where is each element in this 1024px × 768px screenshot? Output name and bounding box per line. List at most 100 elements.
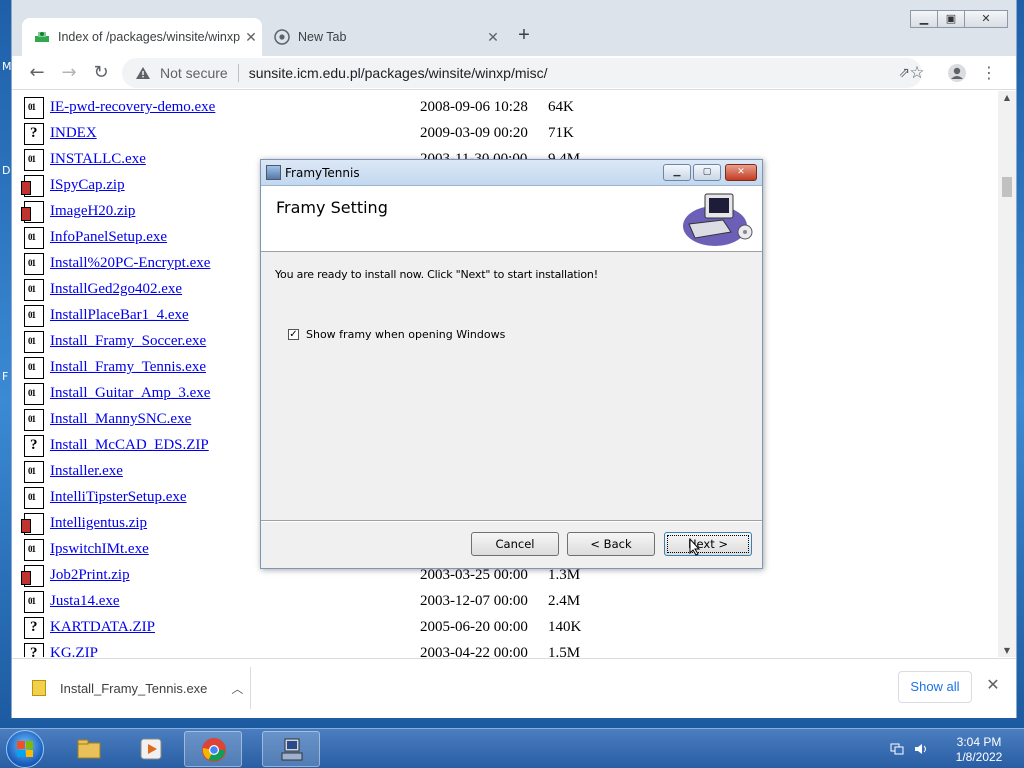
computer-icon [683,193,753,246]
scroll-up-icon[interactable]: ▲ [998,93,1016,102]
file-link[interactable]: ImageH20.zip [50,203,135,220]
install-message: You are ready to install now. Click "Nex… [275,268,598,281]
start-button[interactable] [6,730,44,768]
address-bar[interactable]: Not secure sunsite.icm.edu.pl/packages/w… [122,58,922,88]
chrome-favicon-icon [274,29,290,45]
close-window-icon[interactable]: ✕ [964,10,1008,28]
file-date: 2008-09-06 10:28 [420,99,528,115]
file-link[interactable]: INDEX [50,125,97,142]
page-scrollbar[interactable]: ▲ ▼ [998,91,1016,657]
back-button[interactable]: < Back [567,532,655,556]
new-tab-plus-icon[interactable]: + [512,24,536,47]
profile-avatar-icon[interactable] [944,60,970,86]
file-link[interactable]: Intelligentus.zip [50,515,147,532]
file-link[interactable]: InstallGed2go402.exe [50,281,182,298]
show-framy-checkbox[interactable]: ✓ Show framy when opening Windows [288,328,505,341]
binary-file-icon [24,227,44,249]
file-link[interactable]: IntelliTipsterSetup.exe [50,489,187,506]
taskbar-explorer[interactable] [60,731,118,767]
file-link[interactable]: KARTDATA.ZIP [50,619,155,636]
back-arrow-icon[interactable]: ← [24,60,50,86]
binary-file-icon [24,409,44,431]
listing-row: IE-pwd-recovery-demo.exe 2008-09-06 10:28… [24,95,624,121]
file-link[interactable]: IE-pwd-recovery-demo.exe [50,99,215,116]
show-all-button[interactable]: Show all [898,671,972,703]
forward-arrow-icon[interactable]: → [56,60,82,86]
next-button[interactable]: Next > [664,532,752,556]
listing-row: Justa14.exe 2003-12-07 00:00 2.4M [24,589,624,615]
url-text[interactable]: sunsite.icm.edu.pl/packages/winsite/winx… [249,65,548,81]
file-link[interactable]: Install_MannySNC.exe [50,411,191,428]
security-label[interactable]: Not secure [160,65,228,81]
chevron-up-icon[interactable]: ︿ [231,680,243,697]
taskbar-installer[interactable] [262,731,320,767]
listing-row: KARTDATA.ZIP 2005-06-20 00:00 140K [24,615,624,641]
menu-kebab-icon[interactable]: ⋮ [976,60,1002,86]
windows-flag-icon [17,741,33,757]
download-filename[interactable]: Install_Framy_Tennis.exe [60,681,207,696]
file-link[interactable]: Justa14.exe [50,593,120,610]
file-link[interactable]: Install%20PC-Encrypt.exe [50,255,210,272]
dialog-titlebar[interactable]: FramyTennis ▁ ▢ ✕ [261,160,762,186]
file-size: 140K [548,619,582,635]
binary-file-icon [24,97,44,119]
network-icon[interactable] [890,742,904,756]
binary-file-icon [24,279,44,301]
taskbar-media-player[interactable] [122,731,180,767]
file-link[interactable]: Install_Framy_Tennis.exe [50,359,206,376]
file-size: 1.5M [548,645,581,657]
file-link[interactable]: IpswitchIMt.exe [50,541,149,558]
file-link[interactable]: Installer.exe [50,463,123,480]
download-file-icon [32,680,46,696]
cancel-button[interactable]: Cancel [471,532,559,556]
file-link[interactable]: ISpyCap.zip [50,177,125,194]
file-link[interactable]: INSTALLC.exe [50,151,146,168]
file-link[interactable]: Install_Guitar_Amp_3.exe [50,385,210,402]
checkbox-check-icon[interactable]: ✓ [288,329,299,340]
file-link[interactable]: Install_Framy_Soccer.exe [50,333,206,350]
listing-row: KG.ZIP 2003-04-22 00:00 1.5M [24,641,624,657]
binary-file-icon [24,253,44,275]
clock[interactable]: 3:04 PM 1/8/2022 [944,735,1014,765]
zip-file-icon [21,513,44,535]
binary-file-icon [24,357,44,379]
system-tray: 3:04 PM 1/8/2022 [888,735,1018,765]
installer-app-icon [266,165,281,180]
clock-time: 3:04 PM [956,735,1002,749]
tab-index-listing[interactable]: Index of /packages/winsite/winxp/misc/ ✕ [22,18,262,56]
close-shelf-icon[interactable]: ✕ [982,675,1004,697]
binary-file-icon [24,383,44,405]
listing-row: INDEX 2009-03-09 00:20 71K [24,121,624,147]
tab-new-tab[interactable]: New Tab ✕ [264,18,504,56]
media-player-icon [140,738,162,760]
checkbox-label[interactable]: Show framy when opening Windows [306,328,505,341]
file-link[interactable]: Install_McCAD_EDS.ZIP [50,437,209,454]
folder-icon [77,739,101,759]
unknown-file-icon [24,435,44,457]
binary-file-icon [24,461,44,483]
dialog-close-icon[interactable]: ✕ [725,164,757,181]
file-link[interactable]: KG.ZIP [50,645,98,657]
warning-triangle-icon[interactable] [134,64,152,82]
desktop-glyph: D [2,164,11,177]
file-link[interactable]: InfoPanelSetup.exe [50,229,167,246]
dialog-minimize-icon[interactable]: ▁ [663,164,691,181]
bookmark-star-icon[interactable]: ☆ [904,60,930,86]
tab-close-icon[interactable]: ✕ [482,29,504,46]
minimize-icon[interactable]: ▁ [910,10,938,28]
tab-close-icon[interactable]: ✕ [240,29,262,46]
file-date: 2005-06-20 00:00 [420,619,528,635]
file-link[interactable]: Job2Print.zip [50,567,130,584]
reload-icon[interactable]: ↻ [88,60,114,86]
file-link[interactable]: InstallPlaceBar1_4.exe [50,307,189,324]
taskbar-chrome[interactable] [184,731,242,767]
unknown-file-icon [24,643,44,657]
scroll-down-icon[interactable]: ▼ [998,646,1016,655]
tab-title: New Tab [298,30,347,44]
dialog-maximize-icon[interactable]: ▢ [693,164,721,181]
maximize-icon[interactable]: ▣ [937,10,965,28]
installer-dialog: FramyTennis ▁ ▢ ✕ Framy Setting You are … [260,159,763,569]
volume-icon[interactable] [914,742,928,756]
scrollbar-thumb[interactable] [1002,177,1012,197]
download-item[interactable]: Install_Framy_Tennis.exe ︿ [32,671,252,705]
